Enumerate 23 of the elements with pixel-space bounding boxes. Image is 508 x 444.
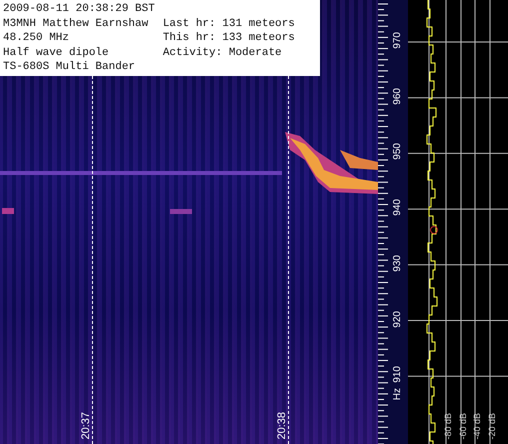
receiver: TS-680S Multi Bander — [3, 60, 136, 74]
frequency-label: 960 — [392, 88, 403, 104]
last-hour-count: Last hr: 131 meteors — [162, 16, 295, 31]
frequency-label: 950 — [392, 143, 403, 160]
frequency-label: 940 — [392, 199, 403, 216]
activity-level: Activity: Moderate — [162, 46, 283, 60]
power-label: -80 dB — [443, 413, 453, 440]
power-label: -20 dB — [486, 413, 496, 440]
antenna: Half wave dipole — [3, 46, 110, 60]
frequency-label: 930 — [392, 254, 403, 272]
frequency: 48.250 MHz — [3, 31, 70, 46]
frequency-label: 910 — [392, 366, 403, 383]
frequency-label: 970 — [392, 32, 403, 49]
power-label: -40 dB — [472, 413, 482, 440]
this-hour-count: This hr: 133 meteors — [162, 31, 295, 46]
station-name: M3MNH Matthew Earnshaw — [3, 16, 150, 31]
ring-marker-icon — [430, 226, 438, 234]
power-label: -60 dB — [458, 413, 468, 440]
frequency-label: 920 — [392, 310, 403, 328]
timestamp: 2009-08-11 20:38:29 BST — [3, 2, 155, 16]
time-label: 20:37 — [80, 412, 92, 440]
unit-label: Hz — [392, 388, 403, 400]
time-label: 20:38 — [276, 412, 288, 440]
